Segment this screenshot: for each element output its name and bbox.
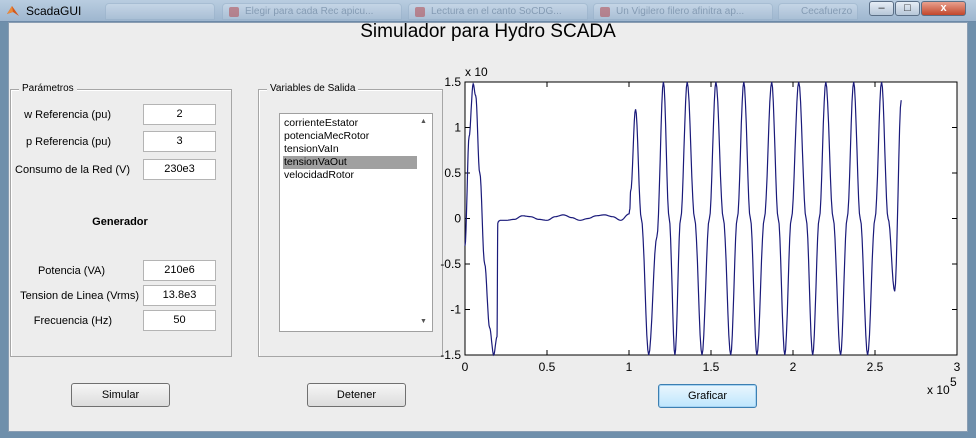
y-exponent-label: x 10 xyxy=(465,65,488,79)
x-tick-label: 0.5 xyxy=(539,360,556,374)
x-tick-label: 2.5 xyxy=(867,360,884,374)
x-exponent-power: 5 xyxy=(950,375,957,389)
x-exponent-label: x 10 xyxy=(927,383,950,397)
y-tick-label: 0 xyxy=(454,212,461,226)
plot-area xyxy=(464,81,958,356)
y-tick-label: 1 xyxy=(454,121,461,135)
x-tick-label: 0 xyxy=(462,360,469,374)
plot-axes: 1.510.50-0.5-1-1.50 0.5 1 1.5 2 2.5 3x 10x 105 xyxy=(440,65,961,397)
x-tick-label: 2 xyxy=(790,360,797,374)
x-tick-label: 1 xyxy=(626,360,633,374)
x-tick-label: 3 xyxy=(954,360,961,374)
y-tick-label: 0.5 xyxy=(444,166,461,180)
y-tick-label: -1.5 xyxy=(440,348,461,362)
y-tick-label: -1 xyxy=(450,303,461,317)
y-tick-label: -0.5 xyxy=(440,257,461,271)
x-tick-label: 1.5 xyxy=(703,360,720,374)
y-tick-label: 1.5 xyxy=(444,75,461,89)
